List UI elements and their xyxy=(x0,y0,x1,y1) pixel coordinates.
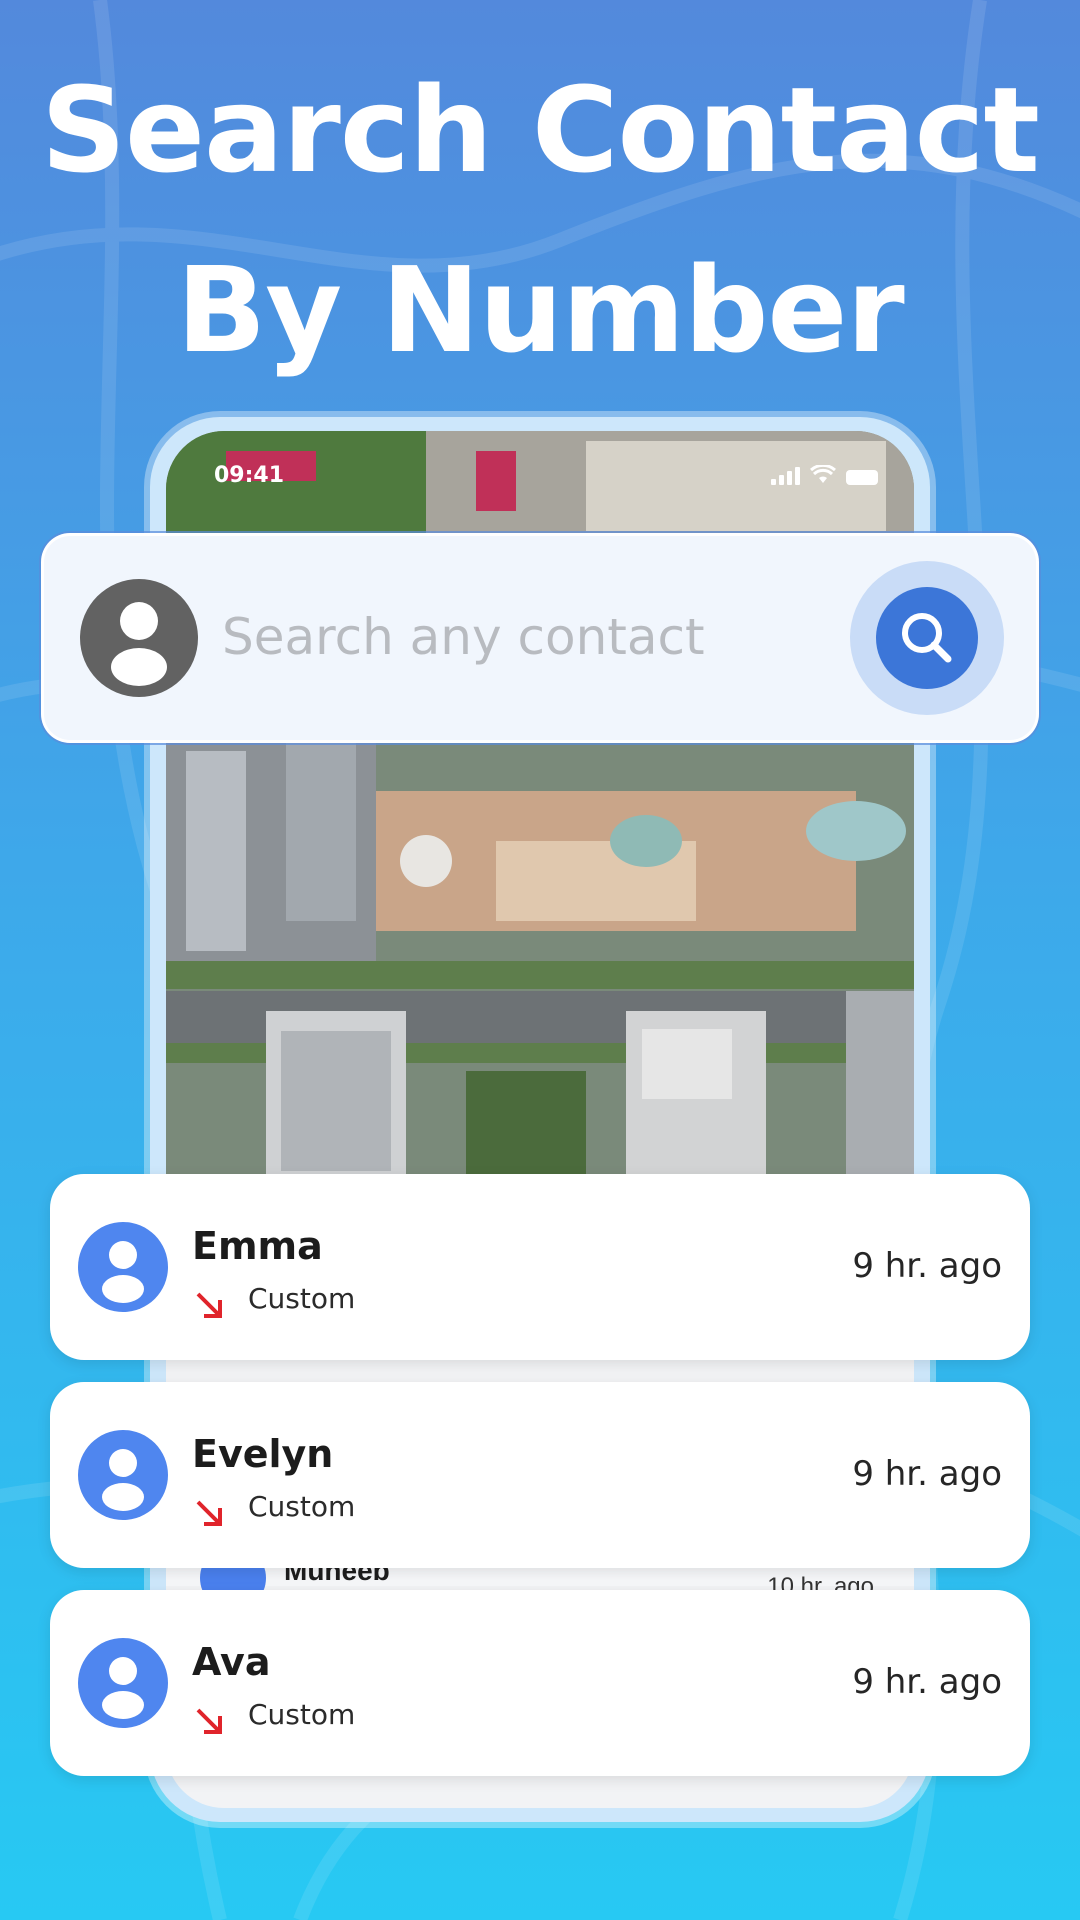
contact-card[interactable]: Ava Custom 9 hr. ago xyxy=(50,1590,1030,1776)
contact-name: Ava xyxy=(192,1640,271,1684)
headline-line-2: By Number xyxy=(176,241,904,379)
call-type-label: Custom xyxy=(248,1282,356,1315)
call-time: 9 hr. ago xyxy=(852,1454,1002,1494)
search-input[interactable]: Search any contact xyxy=(222,608,705,666)
search-button[interactable] xyxy=(876,587,978,689)
contact-name: Emma xyxy=(192,1224,323,1268)
call-time: 9 hr. ago xyxy=(852,1246,1002,1286)
person-icon xyxy=(80,579,198,697)
incoming-call-arrow-icon xyxy=(196,1708,222,1734)
person-icon xyxy=(78,1222,168,1312)
status-time: 09:41 xyxy=(214,463,285,488)
contact-card[interactable]: Emma Custom 9 hr. ago xyxy=(50,1174,1030,1360)
search-bar: Search any contact xyxy=(44,536,1036,740)
headline-line-1: Search Contact xyxy=(41,61,1040,199)
call-time: 9 hr. ago xyxy=(852,1662,1002,1702)
incoming-call-arrow-icon xyxy=(196,1292,222,1318)
wifi-icon xyxy=(810,465,836,483)
battery-icon xyxy=(846,470,878,485)
search-icon xyxy=(902,613,952,663)
contact-name: Evelyn xyxy=(192,1432,334,1476)
person-icon xyxy=(78,1430,168,1520)
status-bar: 09:41 xyxy=(166,459,914,499)
call-type-label: Custom xyxy=(248,1698,356,1731)
cellular-signal-icon xyxy=(771,467,800,485)
contact-card[interactable]: Evelyn Custom 9 hr. ago xyxy=(50,1382,1030,1568)
person-icon xyxy=(78,1638,168,1728)
call-type-label: Custom xyxy=(248,1490,356,1523)
page-headline: Search Contact By Number xyxy=(0,40,1080,400)
incoming-call-arrow-icon xyxy=(196,1500,222,1526)
